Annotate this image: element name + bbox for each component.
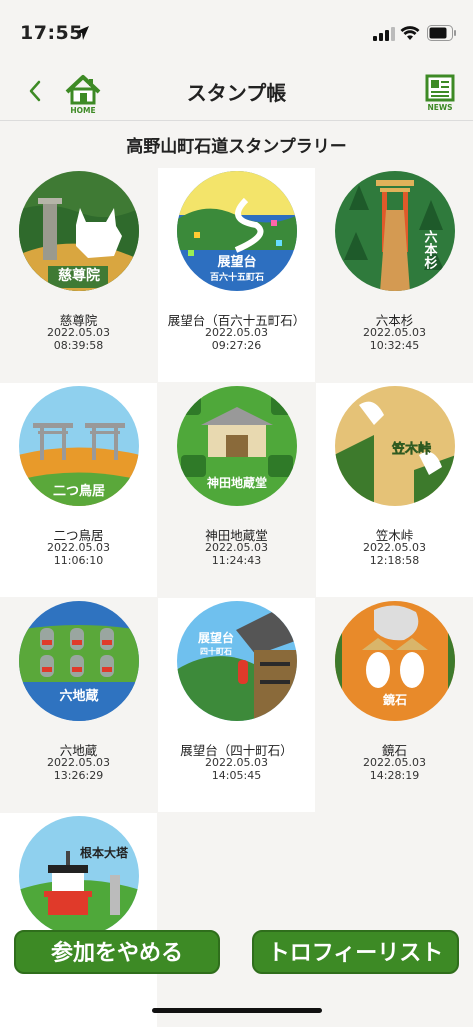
stamp-date: 2022.05.03	[47, 756, 110, 769]
stamp-image-jison-in: 慈尊院	[19, 171, 139, 291]
stamp-card[interactable]: 六本杉 六本杉 2022.05.03 10:32:45	[316, 168, 473, 382]
stamp-image-kagami-ishi: 鏡石	[335, 601, 455, 721]
stamp-date: 2022.05.03	[47, 541, 110, 554]
stamp-label: 慈尊院	[58, 267, 100, 284]
stamp-label: 鏡石	[382, 692, 407, 707]
page-title: スタンプ帳	[186, 81, 287, 105]
stamp-time: 11:24:43	[211, 554, 262, 567]
stamp-date: 2022.05.03	[47, 326, 110, 339]
stamp-sublabel: 四十町石	[200, 646, 232, 656]
stamp-image-roku-jizo: 六地蔵	[19, 601, 139, 721]
stamp-card[interactable]: 根本大塔	[0, 813, 157, 1027]
stamp-time: 13:26:29	[53, 769, 104, 782]
battery-icon	[427, 25, 456, 41]
stamp-image-kasagi-toge: 笠木峠	[335, 386, 455, 506]
stamp-time: 12:18:58	[369, 554, 420, 567]
stamp-date: 2022.05.03	[205, 756, 268, 769]
stamp-label: 根本大塔	[80, 845, 129, 860]
status-bar: 17:55	[0, 0, 473, 66]
stamp-label: 二つ鳥居	[53, 483, 105, 499]
stamp-card[interactable]: 展望台 四十町石 展望台（四十町石） 2022.05.03 14:05:45	[158, 598, 315, 812]
stamp-date: 2022.05.03	[205, 326, 268, 339]
stamp-image-konpon-daito: 根本大塔	[19, 816, 139, 936]
home-indicator	[152, 1008, 322, 1013]
stamp-label: 六本杉	[422, 229, 438, 270]
stamp-card[interactable]: 神田地蔵堂 神田地蔵堂 2022.05.03 11:24:43	[158, 383, 315, 597]
cellular-signal-icon	[373, 27, 395, 41]
news-icon[interactable]: NEWS	[425, 74, 455, 112]
stamp-image-futatsu-torii: 二つ鳥居	[19, 386, 139, 506]
stamp-card[interactable]: 鏡石 鏡石 2022.05.03 14:28:19	[316, 598, 473, 812]
stamp-label: 六地蔵	[59, 688, 98, 704]
stamp-label: 笠木峠	[391, 441, 431, 457]
stamp-label: 展望台	[198, 630, 234, 645]
stamp-date: 2022.05.03	[363, 326, 426, 339]
stamp-time: 14:28:19	[369, 769, 420, 782]
stamp-image-observatory-165: 展望台 百六十五町石	[177, 171, 297, 291]
stamp-image-roppon-sugi: 六本杉	[335, 171, 455, 291]
location-arrow-icon	[75, 26, 89, 40]
stamp-label: 展望台	[217, 254, 256, 270]
stamp-card[interactable]: 笠木峠 笠木峠 2022.05.03 12:18:58	[316, 383, 473, 597]
stamp-image-koda-jizodo: 神田地蔵堂	[177, 386, 297, 506]
stamp-card[interactable]: 六地蔵 六地蔵 2022.05.03 13:26:29	[0, 598, 157, 812]
rally-heading: 高野山町石道スタンプラリー	[126, 137, 347, 157]
stamp-time: 11:06:10	[53, 554, 104, 567]
stamp-label: 神田地蔵堂	[207, 475, 267, 490]
quit-button[interactable]: 参加をやめる	[14, 930, 220, 974]
stamp-date: 2022.05.03	[363, 541, 426, 554]
stamp-card[interactable]: 展望台 百六十五町石 展望台（百六十五町石） 2022.05.03 09:27:…	[158, 168, 315, 382]
news-label: NEWS	[427, 103, 452, 112]
stamp-time: 10:32:45	[369, 339, 420, 352]
stamp-date: 2022.05.03	[205, 541, 268, 554]
nav-bar: HOME スタンプ帳 NEWS	[0, 66, 473, 121]
home-label: HOME	[70, 106, 95, 114]
wifi-icon	[400, 26, 420, 40]
stamp-time: 08:39:58	[53, 339, 104, 352]
stamp-card[interactable]: 二つ鳥居 二つ鳥居 2022.05.03 11:06:10	[0, 383, 157, 597]
stamp-time: 14:05:45	[211, 769, 262, 782]
stamp-card[interactable]: 慈尊院 慈尊院 2022.05.03 08:39:58	[0, 168, 157, 382]
stamp-sublabel: 百六十五町石	[210, 271, 264, 283]
trophy-list-button[interactable]: トロフィーリスト	[252, 930, 459, 974]
stamp-time: 09:27:26	[211, 339, 262, 352]
stamp-date: 2022.05.03	[363, 756, 426, 769]
stamp-image-observatory-40: 展望台 四十町石	[177, 601, 297, 721]
